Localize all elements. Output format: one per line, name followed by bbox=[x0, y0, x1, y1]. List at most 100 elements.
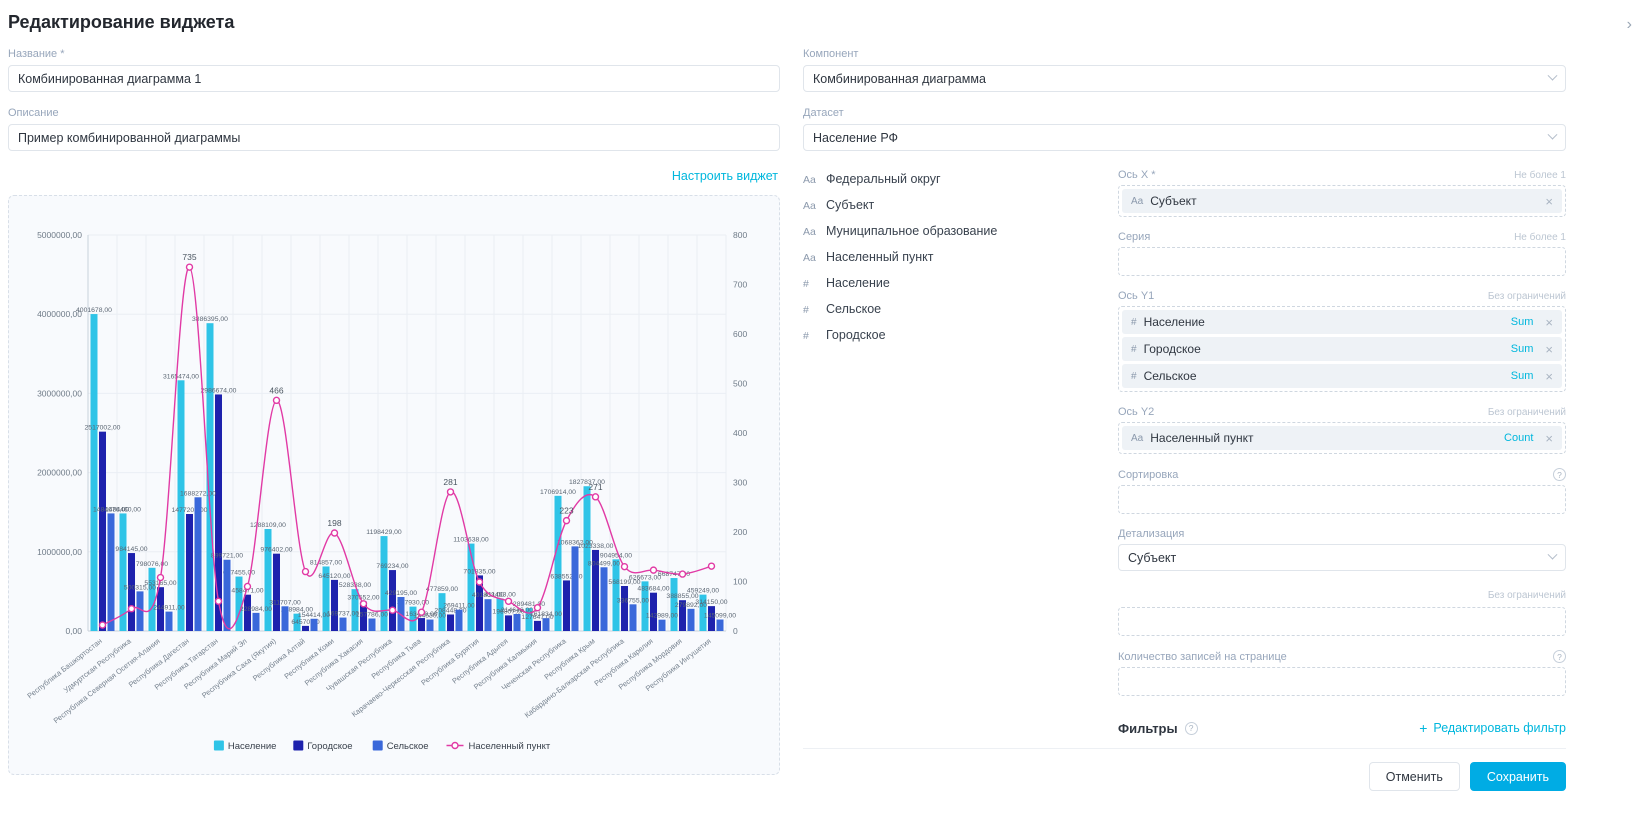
filters-label: Фильтры bbox=[1118, 721, 1178, 736]
footer-actions: Отменить Сохранить bbox=[803, 748, 1566, 791]
svg-text:300: 300 bbox=[733, 478, 747, 488]
field-token[interactable]: AaСубъект× bbox=[1122, 189, 1562, 213]
sorting-header: Сортировка ? bbox=[1118, 468, 1566, 481]
page-size-input[interactable] bbox=[1118, 667, 1566, 696]
svg-text:1198429,00: 1198429,00 bbox=[366, 529, 402, 536]
field-type-icon: # bbox=[1131, 317, 1137, 328]
name-label: Название * bbox=[8, 48, 780, 60]
name-input[interactable] bbox=[8, 65, 780, 92]
axis-y1-dropzone[interactable]: #НаселениеSum×#ГородскоеSum×#СельскоеSum… bbox=[1118, 306, 1566, 392]
dataset-field-item[interactable]: AaСубъект bbox=[803, 198, 1100, 212]
svg-text:1688272,00: 1688272,00 bbox=[180, 490, 216, 497]
aggregation-badge[interactable]: Sum bbox=[1511, 370, 1534, 382]
field-type-icon: Aa bbox=[803, 226, 818, 238]
svg-text:Сельское: Сельское bbox=[387, 741, 429, 752]
configure-widget-link[interactable]: Настроить виджет bbox=[672, 169, 778, 183]
field-name: Сельское bbox=[826, 302, 881, 316]
detail-select[interactable]: Субъект bbox=[1118, 544, 1566, 571]
svg-text:Республика Коми: Республика Коми bbox=[282, 636, 335, 680]
svg-text:735: 735 bbox=[182, 252, 196, 262]
svg-text:Республика Тыва: Республика Тыва bbox=[370, 636, 424, 681]
dataset-field-item[interactable]: AaМуниципальное образование bbox=[803, 224, 1100, 238]
help-icon[interactable]: ? bbox=[1553, 650, 1566, 663]
help-icon[interactable]: ? bbox=[1553, 468, 1566, 481]
svg-text:1068362,00: 1068362,00 bbox=[557, 539, 593, 546]
component-select[interactable]: Комбинированная диаграмма bbox=[803, 65, 1566, 92]
dataset-field-list: Aa Федеральный округ AaСубъект AaМуниципаль… bbox=[803, 169, 1100, 736]
dataset-select[interactable]: Население РФ bbox=[803, 124, 1566, 151]
dataset-field-item[interactable]: AaНаселенный пункт bbox=[803, 250, 1100, 264]
svg-text:1288109,00: 1288109,00 bbox=[250, 522, 286, 529]
right-column: Компонент Комбинированная диаграмма Дата… bbox=[803, 48, 1566, 736]
plus-icon: + bbox=[1419, 720, 1427, 736]
extra-hint-row: Без ограничений bbox=[1118, 585, 1566, 603]
axis-x-dropzone[interactable]: AaСубъект× bbox=[1118, 185, 1566, 217]
svg-text:984145,00: 984145,00 bbox=[115, 546, 147, 553]
svg-text:161834,00: 161834,00 bbox=[530, 611, 562, 618]
svg-text:154414,00: 154414,00 bbox=[298, 612, 330, 619]
remove-icon[interactable]: × bbox=[1545, 316, 1553, 329]
series-hint: Не более 1 bbox=[1514, 232, 1566, 243]
svg-text:271: 271 bbox=[588, 482, 602, 492]
field-type-icon: Aa bbox=[803, 174, 818, 186]
remove-icon[interactable]: × bbox=[1545, 432, 1553, 445]
page-size-label: Количество записей на странице bbox=[1118, 651, 1287, 663]
detail-label: Детализация bbox=[1118, 528, 1184, 540]
svg-text:899721,00: 899721,00 bbox=[211, 553, 243, 560]
axis-x-hint: Не более 1 bbox=[1514, 170, 1566, 181]
field-type-icon: Aa bbox=[803, 200, 818, 212]
dataset-field-item[interactable]: #Сельское bbox=[803, 302, 1100, 316]
aggregation-badge[interactable]: Count bbox=[1504, 432, 1533, 444]
svg-text:645120,00: 645120,00 bbox=[318, 573, 350, 580]
component-label: Компонент bbox=[803, 48, 1566, 60]
svg-text:1477202,00: 1477202,00 bbox=[172, 507, 208, 514]
remove-icon[interactable]: × bbox=[1545, 343, 1553, 356]
remove-icon[interactable]: × bbox=[1545, 370, 1553, 383]
extra-hint: Без ограничений bbox=[1488, 590, 1566, 601]
aggregation-badge[interactable]: Sum bbox=[1511, 316, 1534, 328]
series-label: Серия bbox=[1118, 231, 1150, 243]
svg-text:244911,00: 244911,00 bbox=[153, 605, 185, 612]
dataset-label: Датасет bbox=[803, 107, 1566, 119]
svg-text:976402,00: 976402,00 bbox=[260, 547, 292, 554]
axis-y1-header: Ось Y1 Без ограничений bbox=[1118, 290, 1566, 302]
field-type-icon: Aa bbox=[1131, 433, 1143, 444]
axis-configuration: Ось X * Не более 1 AaСубъект× Серия Не б… bbox=[1118, 169, 1566, 736]
svg-text:157786,00: 157786,00 bbox=[356, 612, 388, 619]
svg-text:269411,00: 269411,00 bbox=[443, 603, 475, 610]
svg-text:Республика Северная Осетия-Ала: Республика Северная Осетия-Алания bbox=[52, 636, 162, 725]
svg-text:814857,00: 814857,00 bbox=[310, 559, 342, 566]
aggregation-badge[interactable]: Sum bbox=[1511, 343, 1534, 355]
field-token[interactable]: #ГородскоеSum× bbox=[1122, 337, 1562, 361]
extra-dropzone[interactable] bbox=[1118, 607, 1566, 636]
svg-text:500315,00: 500315,00 bbox=[124, 584, 156, 591]
description-input[interactable] bbox=[8, 124, 780, 151]
cancel-button[interactable]: Отменить bbox=[1369, 762, 1460, 791]
dataset-field-item[interactable]: Aa Федеральный округ bbox=[803, 172, 1100, 186]
svg-text:483684,00: 483684,00 bbox=[637, 586, 669, 593]
field-token[interactable]: AaНаселенный пунктCount× bbox=[1122, 426, 1562, 450]
axis-y2-dropzone[interactable]: AaНаселенный пунктCount× bbox=[1118, 422, 1566, 454]
svg-text:466: 466 bbox=[269, 385, 283, 395]
field-token[interactable]: #СельскоеSum× bbox=[1122, 364, 1562, 388]
help-icon[interactable]: ? bbox=[1185, 722, 1198, 735]
svg-text:311707,00: 311707,00 bbox=[269, 599, 301, 606]
dataset-field-item[interactable]: #Городское bbox=[803, 328, 1100, 342]
svg-text:2986674,00: 2986674,00 bbox=[201, 387, 237, 394]
svg-text:429195,00: 429195,00 bbox=[385, 590, 417, 597]
field-name: Федеральный округ bbox=[826, 172, 941, 186]
configure-widget-row: Настроить виджет bbox=[8, 167, 778, 185]
remove-icon[interactable]: × bbox=[1545, 195, 1553, 208]
svg-text:500: 500 bbox=[733, 379, 747, 389]
detail-value: Субъект bbox=[1128, 551, 1176, 565]
dataset-field-item[interactable]: #Население bbox=[803, 276, 1100, 290]
field-token[interactable]: #НаселениеSum× bbox=[1122, 310, 1562, 334]
series-dropzone[interactable] bbox=[1118, 247, 1566, 276]
field-type-icon: # bbox=[1131, 344, 1137, 355]
edit-filter-link[interactable]: + Редактировать фильтр bbox=[1419, 720, 1566, 736]
svg-text:1000000,00: 1000000,00 bbox=[37, 547, 82, 557]
save-button[interactable]: Сохранить bbox=[1470, 762, 1566, 791]
sorting-dropzone[interactable] bbox=[1118, 485, 1566, 514]
collapse-panel-icon[interactable]: › bbox=[1627, 16, 1632, 34]
svg-text:228984,00: 228984,00 bbox=[240, 606, 272, 613]
